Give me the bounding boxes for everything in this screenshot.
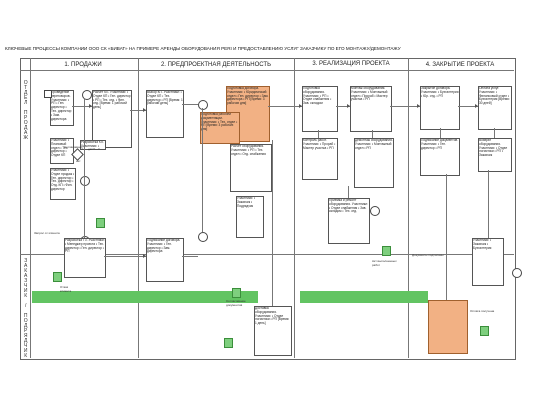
event-node — [198, 100, 208, 110]
connector — [318, 130, 319, 138]
phase-separator-2 — [294, 58, 295, 358]
branch-yes: да — [88, 147, 92, 151]
process-box-tz[interactable]: Разработка ТЗ. Участники: ▪ Менеджер про… — [64, 238, 106, 278]
process-box-return[interactable]: Возврат оборудования. Участники: ▪ Отдел… — [478, 138, 512, 172]
document-icon — [53, 272, 62, 282]
lane-label-bottom: ЗАКАЗЧИК / ПОДРЯДЧИК — [22, 258, 29, 358]
note-client-refusal: Отказ клиента — [60, 285, 72, 293]
note-docs-approval: Согласование документов — [226, 299, 246, 307]
arrow-head — [89, 104, 92, 108]
process-box-kp-choice[interactable]: Выбор КП. Участники: ▪ Отдел КП ▪ Тех. д… — [146, 90, 184, 138]
process-box-participants[interactable]: Участники: ▪ Заказчик ▪ Подрядчик — [236, 196, 264, 238]
phase-divider — [20, 70, 514, 71]
connector — [440, 128, 441, 138]
connector — [272, 140, 273, 306]
document-icon — [96, 218, 105, 228]
process-box-contract-prep[interactable]: Участники: ▪ Отдел продаж ▪ Ген. директо… — [50, 168, 76, 200]
event-node — [370, 206, 380, 216]
process-box-delivery[interactable]: Доставка оборудования. Участники: ▪ Отде… — [254, 306, 292, 356]
process-box-payment[interactable]: Оплата услуг. Участники: ▪ Финансовый от… — [478, 86, 512, 130]
branch-no: нет — [76, 159, 81, 163]
phase-separator-3 — [408, 58, 409, 358]
note-payment-received: Оплата получена — [470, 309, 495, 313]
connector — [488, 170, 489, 238]
process-box-work-docs[interactable]: Подготовка рабочей документации. Участни… — [200, 112, 240, 144]
note-client-request: Запрос от клиента — [34, 231, 60, 235]
process-box-installation[interactable]: Монтаж оборудования. Участники: ▪ Монтаж… — [350, 86, 392, 132]
process-box-acceptance[interactable]: Приёмка и ремонт оборудования. Участники… — [328, 198, 370, 244]
event-node — [198, 232, 208, 242]
connector — [446, 174, 447, 300]
document-icon — [224, 338, 233, 348]
phase-separator-1 — [138, 58, 139, 358]
process-box-contract-sign[interactable]: Подписание договора. Участники: ▪ Ген. д… — [146, 238, 184, 282]
connector — [84, 98, 85, 238]
connector — [202, 108, 203, 232]
arrow-head — [143, 254, 146, 258]
process-box-agreement[interactable]: Участники: ▪ Плановый отдел ▪ Тех. дирек… — [50, 138, 74, 164]
note-agreed: Согласовано? — [64, 145, 84, 149]
document-icon — [382, 246, 391, 256]
lane-label-top: ОТДЕЛ ПРОДАЖ — [22, 80, 29, 140]
process-box-final[interactable] — [428, 300, 468, 354]
diagram-title: КЛЮЧЕВЫЕ ПРОЦЕССЫ КОМПАНИИ ООО СК «БИВАТ… — [5, 46, 401, 51]
process-box-dismantling[interactable]: Демонтаж оборудования. Участники: ▪ Монт… — [354, 138, 394, 188]
arrow-head — [417, 104, 420, 108]
connector — [348, 186, 349, 198]
document-icon — [232, 288, 241, 298]
note-act: Акт выполненных работ — [372, 259, 397, 267]
process-box-equipment-prep[interactable]: Подготовка оборудования. Участники: ▪ РП… — [302, 86, 338, 132]
arrow-head — [475, 104, 478, 108]
connector — [182, 104, 198, 105]
connector — [372, 130, 373, 138]
arrow-head — [299, 104, 302, 108]
process-box-negotiation[interactable]: Проведение переговоров. Участники: ▪ РП … — [50, 90, 74, 126]
process-box-equipment-calc[interactable]: Расчёт оборудования. Участники: ▪ РП ▪ Т… — [230, 144, 272, 192]
green-band-right — [300, 291, 428, 303]
process-box-doc-sign[interactable]: Подписание документов. Участники: ▪ Ген.… — [420, 138, 460, 176]
arrow-head — [143, 108, 146, 112]
lane-label-column — [30, 58, 31, 358]
connector — [104, 256, 146, 257]
connector — [268, 106, 302, 107]
process-box-contract-close[interactable]: Закрытие договора. Участники: ▪ Бухгалте… — [420, 86, 460, 130]
step-number — [44, 90, 52, 98]
event-end — [512, 268, 522, 278]
connector — [494, 128, 495, 138]
connector — [390, 106, 420, 107]
arrow-head — [347, 104, 350, 108]
process-box-client-payment[interactable]: Участники: ▪ Заказчик ▪ Бухгалтерия — [472, 238, 504, 286]
process-box-work-control[interactable]: Контроль работ. Участники: ▪ Прораб ▪ Ма… — [302, 138, 338, 180]
connector — [182, 256, 198, 257]
event-node — [80, 176, 90, 186]
note-docs-signed: Документы подписаны — [412, 253, 444, 257]
document-icon — [480, 326, 489, 336]
